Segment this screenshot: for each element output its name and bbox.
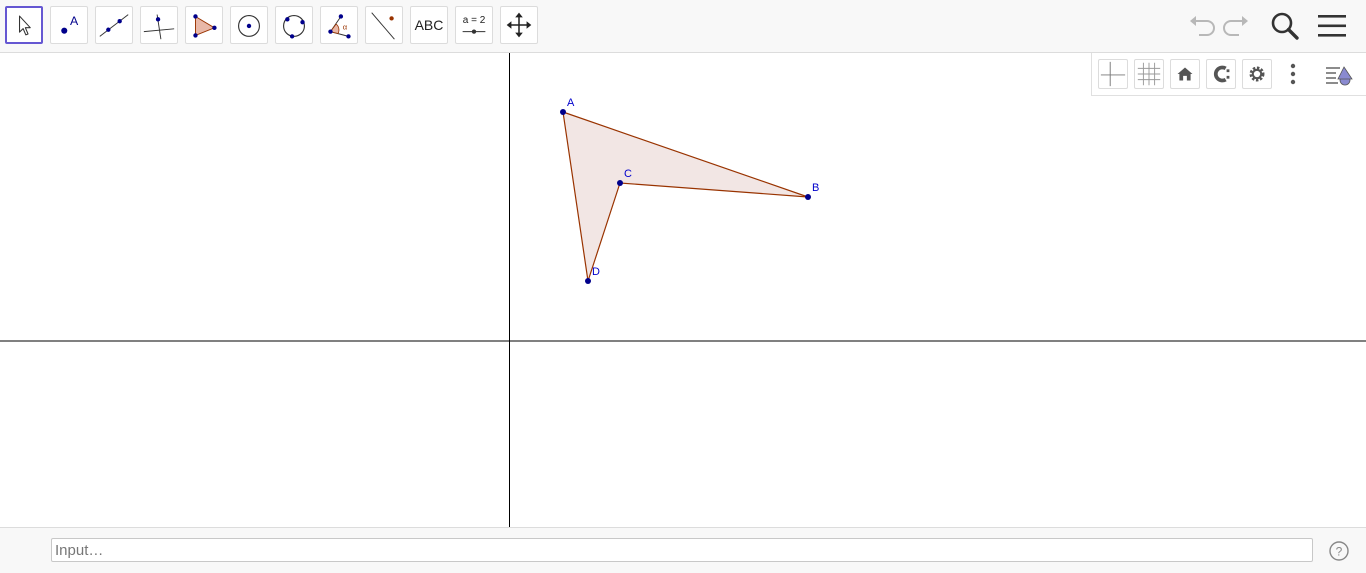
tool-line[interactable]	[95, 6, 133, 44]
standard-view-button[interactable]	[1170, 59, 1200, 89]
input-bar: ?	[0, 527, 1366, 573]
svg-text:A: A	[70, 14, 79, 28]
text-icon: ABC	[414, 17, 444, 33]
move-arrow-icon	[18, 15, 31, 36]
search-icon	[1271, 12, 1299, 40]
point-icon: A	[61, 14, 79, 34]
point-c-marker[interactable]	[617, 180, 623, 186]
more-vertical-icon	[1290, 63, 1296, 85]
point-b-label: B	[812, 182, 819, 194]
reflect-icon	[371, 12, 395, 40]
tool-circle-3-points[interactable]	[275, 6, 313, 44]
toggle-grid-button[interactable]	[1134, 59, 1164, 89]
line-icon	[99, 14, 129, 37]
tool-slider[interactable]: a = 2	[455, 6, 493, 44]
slider-icon	[462, 29, 486, 34]
angle-icon: α	[328, 14, 351, 39]
graphics-settings-button[interactable]	[1242, 59, 1272, 89]
point-capturing-icon	[1213, 65, 1230, 83]
point-b[interactable]: B	[805, 182, 819, 200]
main-menu-button[interactable]	[1314, 8, 1350, 44]
toggle-axes-button[interactable]	[1098, 59, 1128, 89]
polygon[interactable]	[562, 111, 809, 282]
redo-icon	[1223, 16, 1248, 36]
search-button[interactable]	[1267, 8, 1303, 44]
grid-icon	[1137, 62, 1161, 86]
svg-text:?: ?	[1336, 545, 1343, 559]
circle-3points-icon	[283, 14, 305, 39]
home-icon	[1177, 67, 1193, 81]
redo-button[interactable]	[1219, 8, 1255, 44]
algebra-input-field[interactable]	[51, 538, 1313, 562]
svg-text:α: α	[343, 23, 348, 32]
tool-polygon[interactable]	[185, 6, 223, 44]
more-options-button[interactable]	[1278, 59, 1308, 89]
tool-perpendicular-line[interactable]	[140, 6, 178, 44]
style-bar-toggle-button[interactable]	[1324, 59, 1354, 89]
point-d-marker[interactable]	[585, 278, 591, 284]
point-d-label: D	[592, 266, 600, 278]
help-icon[interactable]: ?	[1328, 540, 1350, 562]
point-b-marker[interactable]	[805, 194, 811, 200]
gear-icon	[1249, 66, 1265, 82]
style-bar-toggle-icon	[1326, 66, 1353, 86]
undo-icon	[1190, 16, 1215, 36]
point-c-label: C	[624, 168, 632, 180]
point-capturing-button[interactable]	[1206, 59, 1236, 89]
polygon-icon	[193, 14, 217, 38]
tool-text[interactable]: ABC	[410, 6, 448, 44]
tool-move-graphics-view[interactable]	[500, 6, 538, 44]
tool-move[interactable]	[5, 6, 43, 44]
circle-center-icon	[238, 14, 260, 37]
graphics-style-bar	[1091, 53, 1366, 96]
graphics-canvas[interactable]: A B C D	[0, 53, 1366, 527]
point-a-label: A	[567, 97, 575, 109]
axes-icon	[1100, 61, 1126, 87]
undo-button[interactable]	[1183, 8, 1219, 44]
hamburger-menu-icon	[1318, 15, 1346, 37]
move-view-icon	[506, 12, 532, 38]
tool-point[interactable]: A	[50, 6, 88, 44]
point-a[interactable]: A	[560, 97, 575, 115]
toolbar: A α ABC a = 2	[0, 0, 1366, 53]
perpendicular-line-icon	[143, 14, 175, 40]
point-a-marker[interactable]	[560, 109, 566, 115]
tool-angle[interactable]: α	[320, 6, 358, 44]
tool-circle-center[interactable]	[230, 6, 268, 44]
graphics-view[interactable]: A B C D	[0, 53, 1366, 527]
tool-reflect[interactable]	[365, 6, 403, 44]
